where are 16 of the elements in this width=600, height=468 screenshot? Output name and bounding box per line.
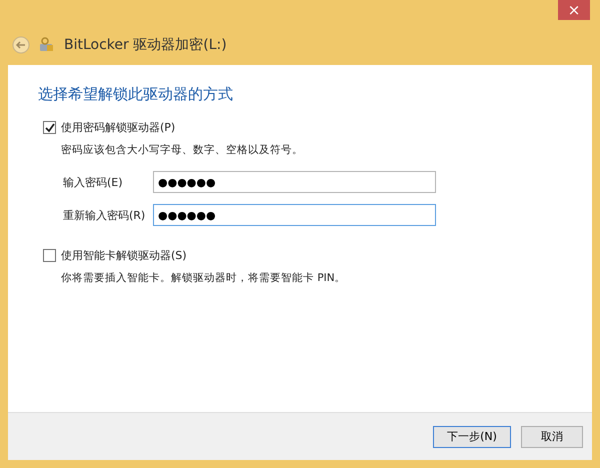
checkbox[interactable]	[43, 121, 56, 134]
close-button[interactable]: ×	[558, 0, 590, 20]
window-title: BitLocker 驱动器加密(L:)	[64, 36, 227, 54]
password-field[interactable]: ●●●●●●	[153, 171, 436, 193]
password-field[interactable]: ●●●●●●	[153, 204, 436, 226]
checkbox-label[interactable]: 使用密码解锁驱动器(P)	[61, 120, 176, 135]
field-label: 重新输入密码(R)	[63, 208, 146, 222]
option-description: 你将需要插入智能卡。解锁驱动器时，将需要智能卡 PIN。	[61, 271, 347, 285]
option-description: 密码应该包含大小写字母、数字、空格以及符号。	[61, 143, 304, 157]
checkbox[interactable]	[43, 249, 56, 262]
cancel-button[interactable]: 取消	[521, 426, 583, 448]
back-icon[interactable]	[12, 36, 30, 54]
field-label: 输入密码(E)	[63, 174, 124, 190]
next-button[interactable]: 下一步(N)	[433, 426, 511, 448]
page-heading: 选择希望解锁此驱动器的方式	[38, 85, 234, 104]
checkbox-label[interactable]: 使用智能卡解锁驱动器(S)	[61, 248, 187, 263]
